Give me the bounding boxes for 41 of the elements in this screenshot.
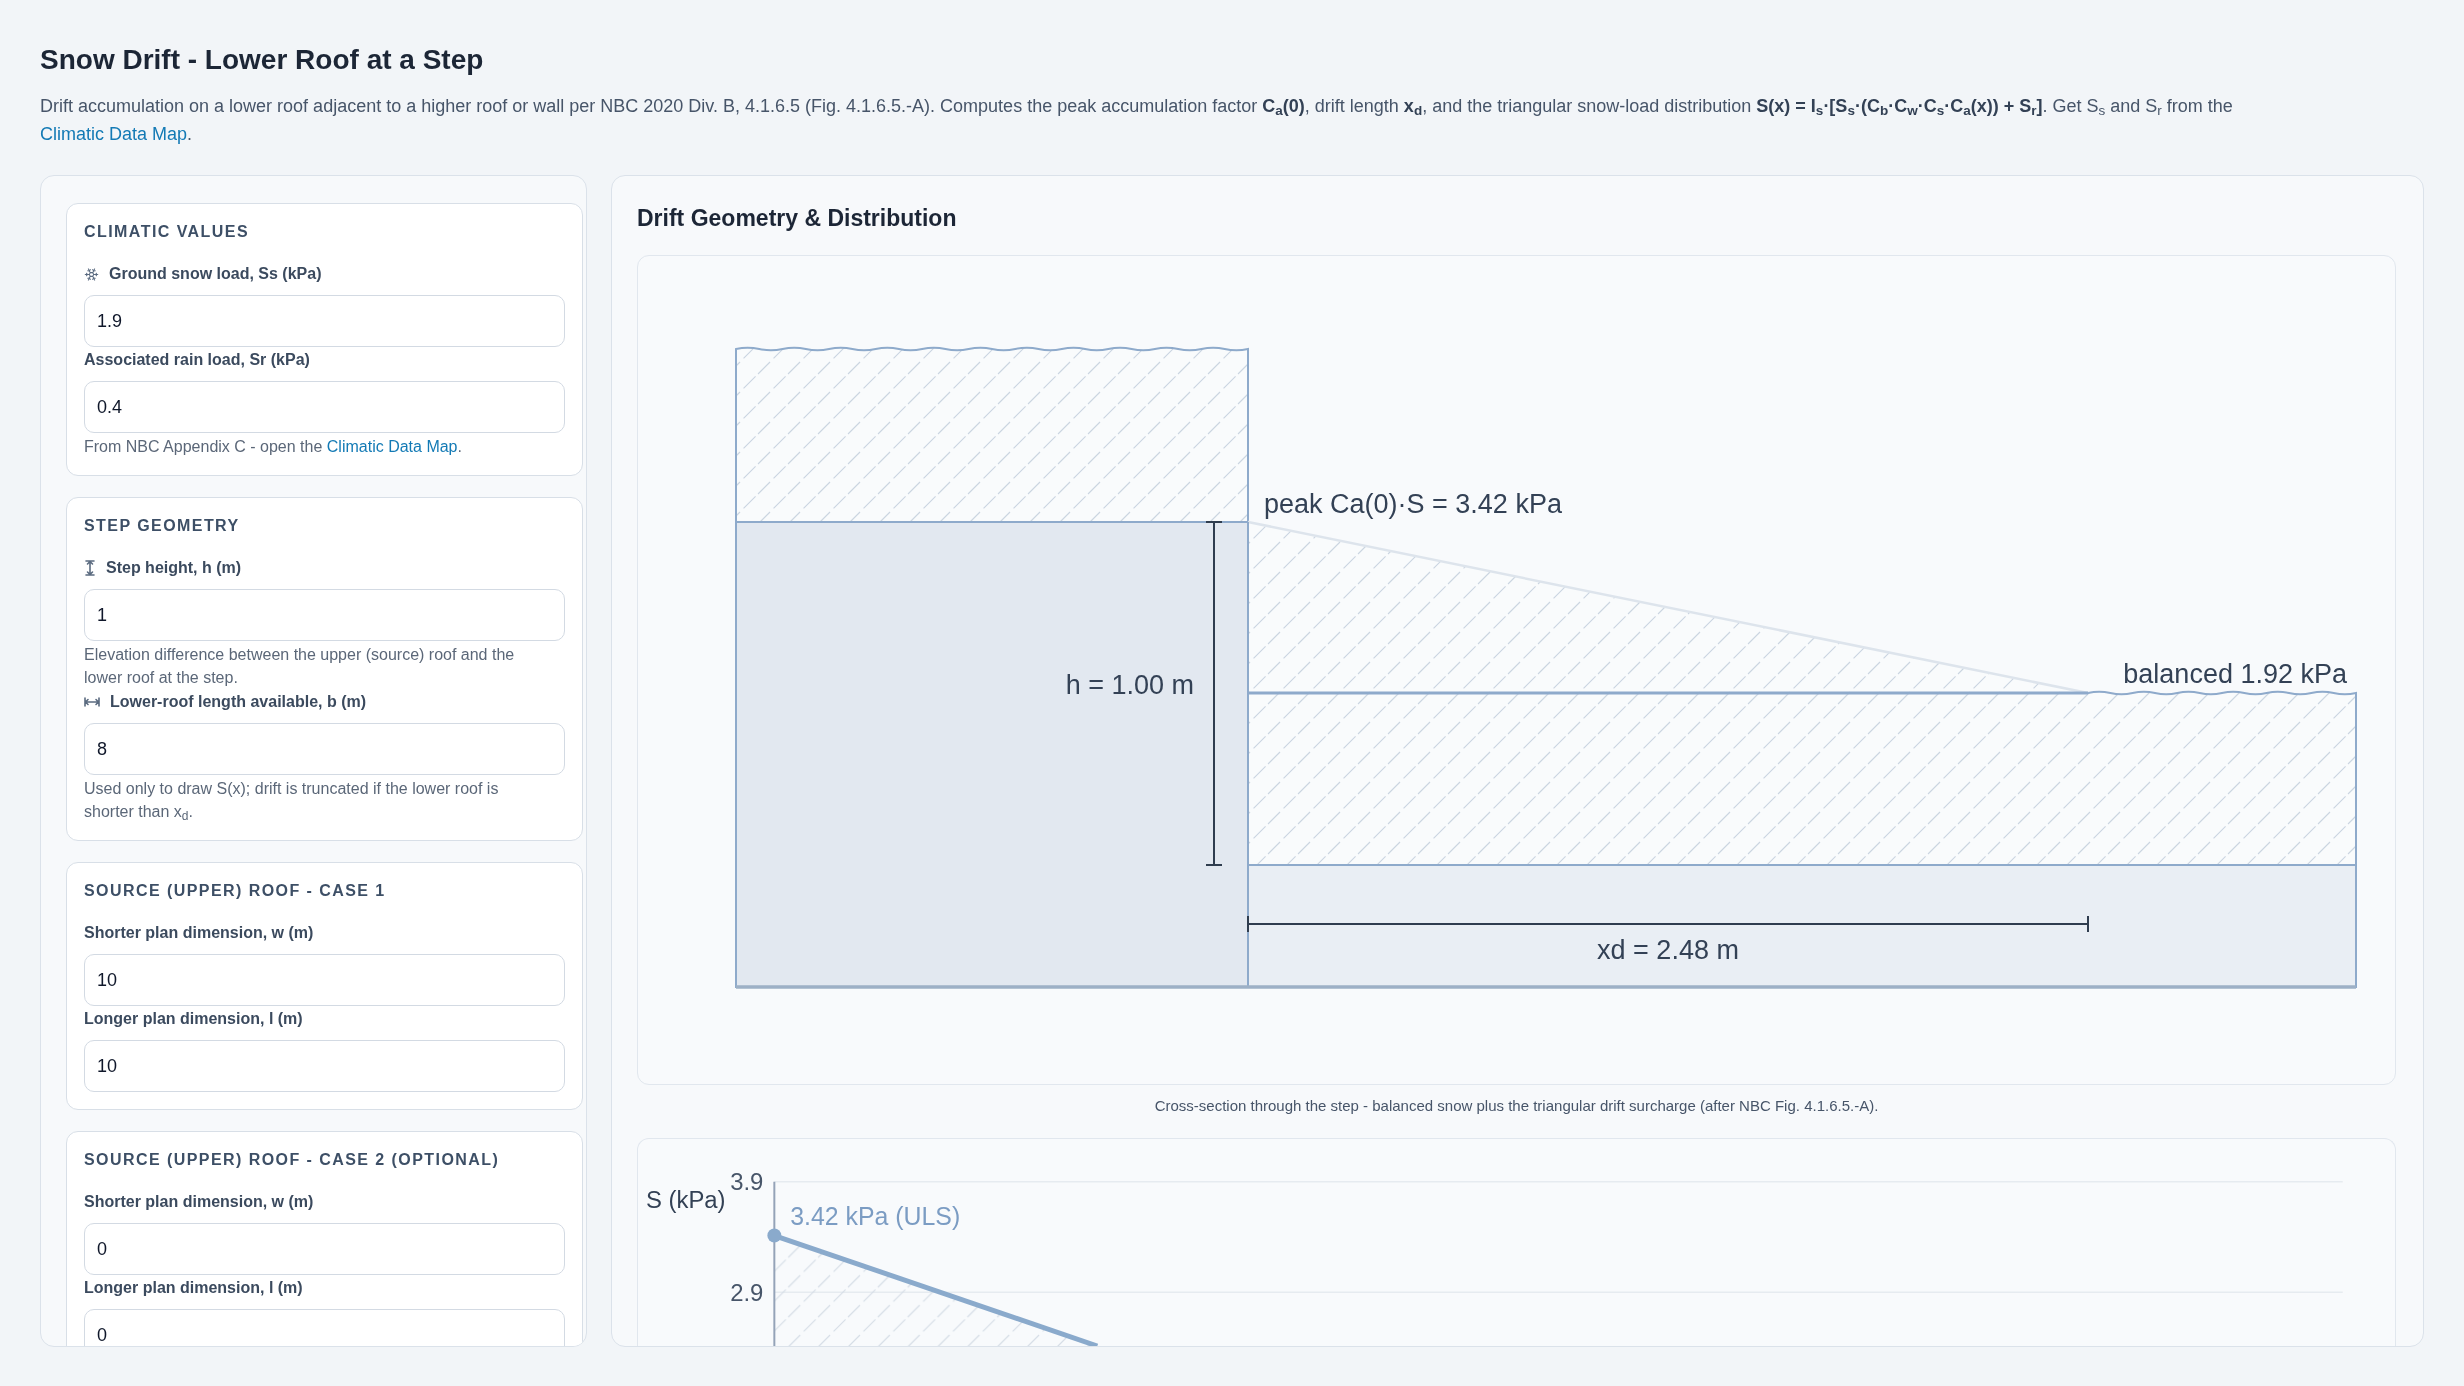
results-heading: Drift Geometry & Distribution bbox=[637, 204, 958, 233]
section-heading: CLIMATIC VALUES bbox=[84, 222, 250, 242]
map-link[interactable]: Climatic Data Map bbox=[326, 438, 458, 455]
input-field[interactable]: 8 bbox=[84, 723, 565, 775]
field-label: Shorter plan dimension, w (m) bbox=[84, 923, 314, 943]
peak-value-label: 3.42 kPa (ULS) bbox=[790, 1201, 961, 1230]
dot-icon bbox=[767, 1228, 782, 1243]
section-heading: SOURCE (UPPER) ROOF - CASE 1 bbox=[84, 881, 387, 901]
tick-label: 2.9 bbox=[730, 1278, 764, 1306]
field-label: Step height, h (m) bbox=[106, 558, 242, 578]
field-label: Ground snow load, Ss (kPa) bbox=[109, 264, 322, 284]
page-title: Snow Drift - Lower Roof at a Step bbox=[40, 43, 485, 77]
input-field[interactable]: 0 bbox=[84, 1223, 565, 1275]
field-label: Lower-roof length available, b (m) bbox=[110, 692, 367, 712]
page-description: Drift accumulation on a lower roof adjacent to a higher roof or wall per NBC 2020 Div. B, 4.1.6.5 (Fig. 4.1.6.5.-A). Computes the peak accumulation factor C$_{a}$(0), drift length x$_{d}$, and the triangular snow-load distribution S(x) = I$_{s}$·[S$_{s}$·(C$_{b}$·C$_{w}$·C$_{s}$·C$_{a}$(x)) + S$_{r}$]. Get S$_{s}$ and S$_{r}$ from the Climatic Data Map. bbox=[40, 95, 2234, 146]
map-link[interactable]: Climatic Data Map bbox=[40, 124, 188, 144]
section-heading: SOURCE (UPPER) ROOF - CASE 2 (OPTIONAL) bbox=[84, 1150, 501, 1170]
diagram-caption: Cross-section through the step - balanced snow plus the triangular drift surcharge (after NBC Fig. 4.1.6.5.-A). bbox=[1153, 1096, 1880, 1116]
balanced-load-label: balanced 1.92 kPa bbox=[2123, 659, 2347, 689]
input-field[interactable]: 1.9 bbox=[84, 295, 565, 347]
vertical-dimension-icon bbox=[84, 560, 96, 576]
snowflake-icon bbox=[84, 266, 99, 282]
tick-label: 3.9 bbox=[730, 1168, 764, 1196]
field-label: Associated rain load, Sr (kPa) bbox=[84, 350, 310, 370]
help-text: Elevation difference between the upper (source) roof and the lower roof at the step. bbox=[84, 645, 516, 688]
input-field[interactable]: 10 bbox=[84, 1040, 565, 1092]
input-field[interactable]: 0.4 bbox=[84, 381, 565, 433]
help-text: Used only to draw S(x); drift is truncated if the lower roof is shorter than x$_{d}$. bbox=[84, 779, 500, 823]
field-label: Shorter plan dimension, w (m) bbox=[84, 1192, 314, 1212]
field-label: Longer plan dimension, l (m) bbox=[84, 1278, 303, 1298]
step-height-label: h = 1.00 m bbox=[1065, 670, 1194, 700]
horizontal-dimension-icon bbox=[84, 696, 100, 708]
help-text: From NBC Appendix C - open the Climatic Data Map. bbox=[84, 437, 463, 457]
field-label: Longer plan dimension, l (m) bbox=[84, 1009, 303, 1029]
axis-label: S (kPa) bbox=[645, 1185, 726, 1213]
section-heading: STEP GEOMETRY bbox=[84, 516, 241, 536]
drift-length-label: xd = 2.48 m bbox=[1597, 935, 1739, 965]
peak-load-label: peak Ca(0)·S = 3.42 kPa bbox=[1264, 489, 1562, 519]
input-field[interactable]: 1 bbox=[84, 589, 565, 641]
input-field[interactable]: 0 bbox=[84, 1309, 565, 1346]
input-field[interactable]: 10 bbox=[84, 954, 565, 1006]
